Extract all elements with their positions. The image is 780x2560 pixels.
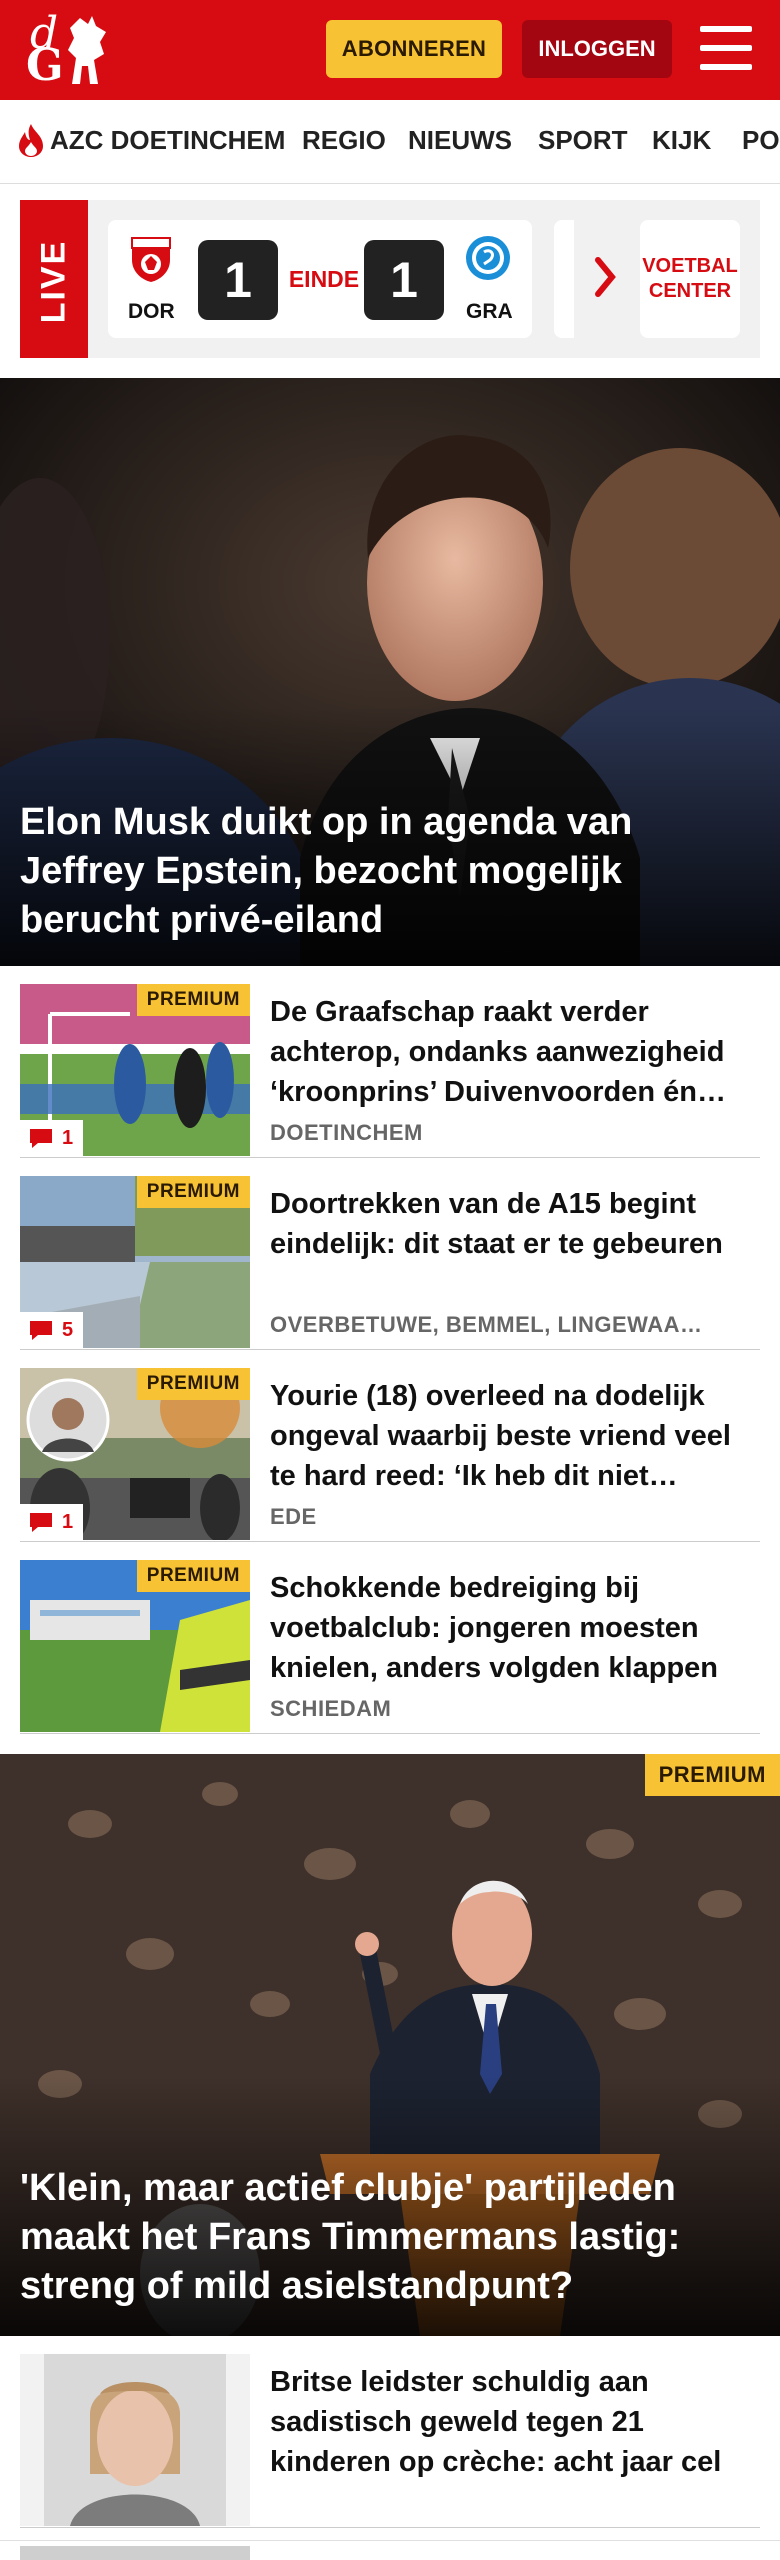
article-title[interactable]: Yourie (18) overleed na dodelijk ongeval… [270,1376,760,1496]
nav-item-sport[interactable]: SPORT [538,124,628,156]
article-item[interactable]: PREMIUM 1 De Graafschap raakt verder ach… [20,984,760,1158]
hero-title[interactable]: Elon Musk duikt op in agenda van Jeffrey… [20,798,720,945]
article-location[interactable]: SCHIEDAM [270,1696,760,1722]
article-title[interactable]: Britse leidster schuldig aan sadistisch … [270,2362,760,2492]
live-label: LIVE [34,239,73,324]
comment-icon [30,1513,52,1532]
premium-badge: PREMIUM [136,984,250,1016]
article-item[interactable]: PREMIUM 1 Yourie (18) overleed na dodeli… [20,1368,760,1542]
next-match-card[interactable] [554,220,574,338]
article-location[interactable]: OVERBETUWE, BEMMEL, LINGEWAA… [270,1312,760,1338]
article-title[interactable]: De Graafschap raakt verder achterop, ond… [270,992,760,1112]
comment-count-value: 5 [62,1318,74,1341]
logo-letter-g: G [26,40,64,91]
away-team-code: GRA [466,300,513,323]
article-thumbnail[interactable]: PREMIUM 5 [20,1176,250,1348]
article-location[interactable]: EDE [270,1504,760,1530]
article-image [20,2354,250,2526]
article-thumbnail[interactable] [20,2354,250,2526]
home-team-code: DOR [128,300,175,323]
article-location[interactable]: DOETINCHEM [270,1120,760,1146]
chevron-right-icon[interactable] [592,252,620,302]
featured-article[interactable]: PREMIUM 'Klein, maar actief clubje' part… [0,1754,780,2336]
away-score: 1 [364,240,444,320]
premium-badge: PREMIUM [136,1560,250,1592]
comment-count[interactable]: 5 [20,1312,84,1348]
nav-item-regio[interactable]: REGIO [302,124,386,156]
nav-item-kijk[interactable]: KIJK [652,124,711,156]
article-item[interactable]: PREMIUM 5 Doortrekken van de A15 begint … [20,1176,760,1350]
article-title[interactable]: Doortrekken van de A15 begint eindelijk:… [270,1184,760,1304]
hero-article[interactable]: Elon Musk duikt op in agenda van Jeffrey… [0,378,780,966]
hamburger-menu-icon[interactable] [700,24,752,72]
premium-badge: PREMIUM [644,1754,780,1796]
comment-count-value: 1 [62,1126,74,1149]
nav-item-azc-doetinchem[interactable]: AZC DOETINCHEM [50,124,285,156]
comment-icon [30,1321,52,1340]
featured-title[interactable]: 'Klein, maar actief clubje' partijleden … [20,2164,760,2311]
divider [0,2540,780,2541]
live-scores-bar: LIVE DOR 1 EINDE 1 GRA VOETBAL CENTER [20,200,760,358]
match-status: EINDE [288,266,360,292]
horse-emblem-icon [68,16,106,84]
flame-icon [19,124,43,157]
subscribe-button[interactable]: ABONNEREN [326,20,502,78]
login-button[interactable]: INLOGGEN [522,20,672,78]
live-tag: LIVE [20,200,88,358]
site-header: d G ABONNEREN INLOGGEN [0,0,780,100]
article-thumbnail[interactable]: PREMIUM 1 [20,984,250,1156]
nav-item-po[interactable]: PO [742,124,780,156]
article-thumbnail[interactable]: PREMIUM 1 [20,1368,250,1540]
comment-count-value: 1 [62,1510,74,1533]
premium-badge: PREMIUM [136,1368,250,1400]
article-item[interactable]: Britse leidster schuldig aan sadistisch … [20,2354,760,2528]
main-navigation: AZC DOETINCHEM REGIO NIEUWS SPORT KIJK P… [0,100,780,184]
article-thumbnail[interactable]: PREMIUM [20,1560,250,1732]
article-item[interactable]: PREMIUM Schokkende bedreiging bij voetba… [20,1560,760,1734]
football-center-button[interactable]: VOETBAL CENTER [640,220,740,338]
comment-count[interactable]: 1 [20,1504,84,1540]
article-title[interactable]: Schokkende bedreiging bij voetbalclub: j… [270,1568,760,1688]
site-logo[interactable]: d G [22,12,118,88]
comment-icon [30,1129,52,1148]
match-card[interactable]: DOR 1 EINDE 1 GRA [108,220,532,338]
away-team-crest-icon [466,236,510,280]
next-article-thumbnail[interactable] [20,2546,250,2560]
home-score: 1 [198,240,278,320]
nav-item-nieuws[interactable]: NIEUWS [408,124,512,156]
comment-count[interactable]: 1 [20,1120,84,1156]
premium-badge: PREMIUM [136,1176,250,1208]
home-team-crest-icon [131,237,171,282]
